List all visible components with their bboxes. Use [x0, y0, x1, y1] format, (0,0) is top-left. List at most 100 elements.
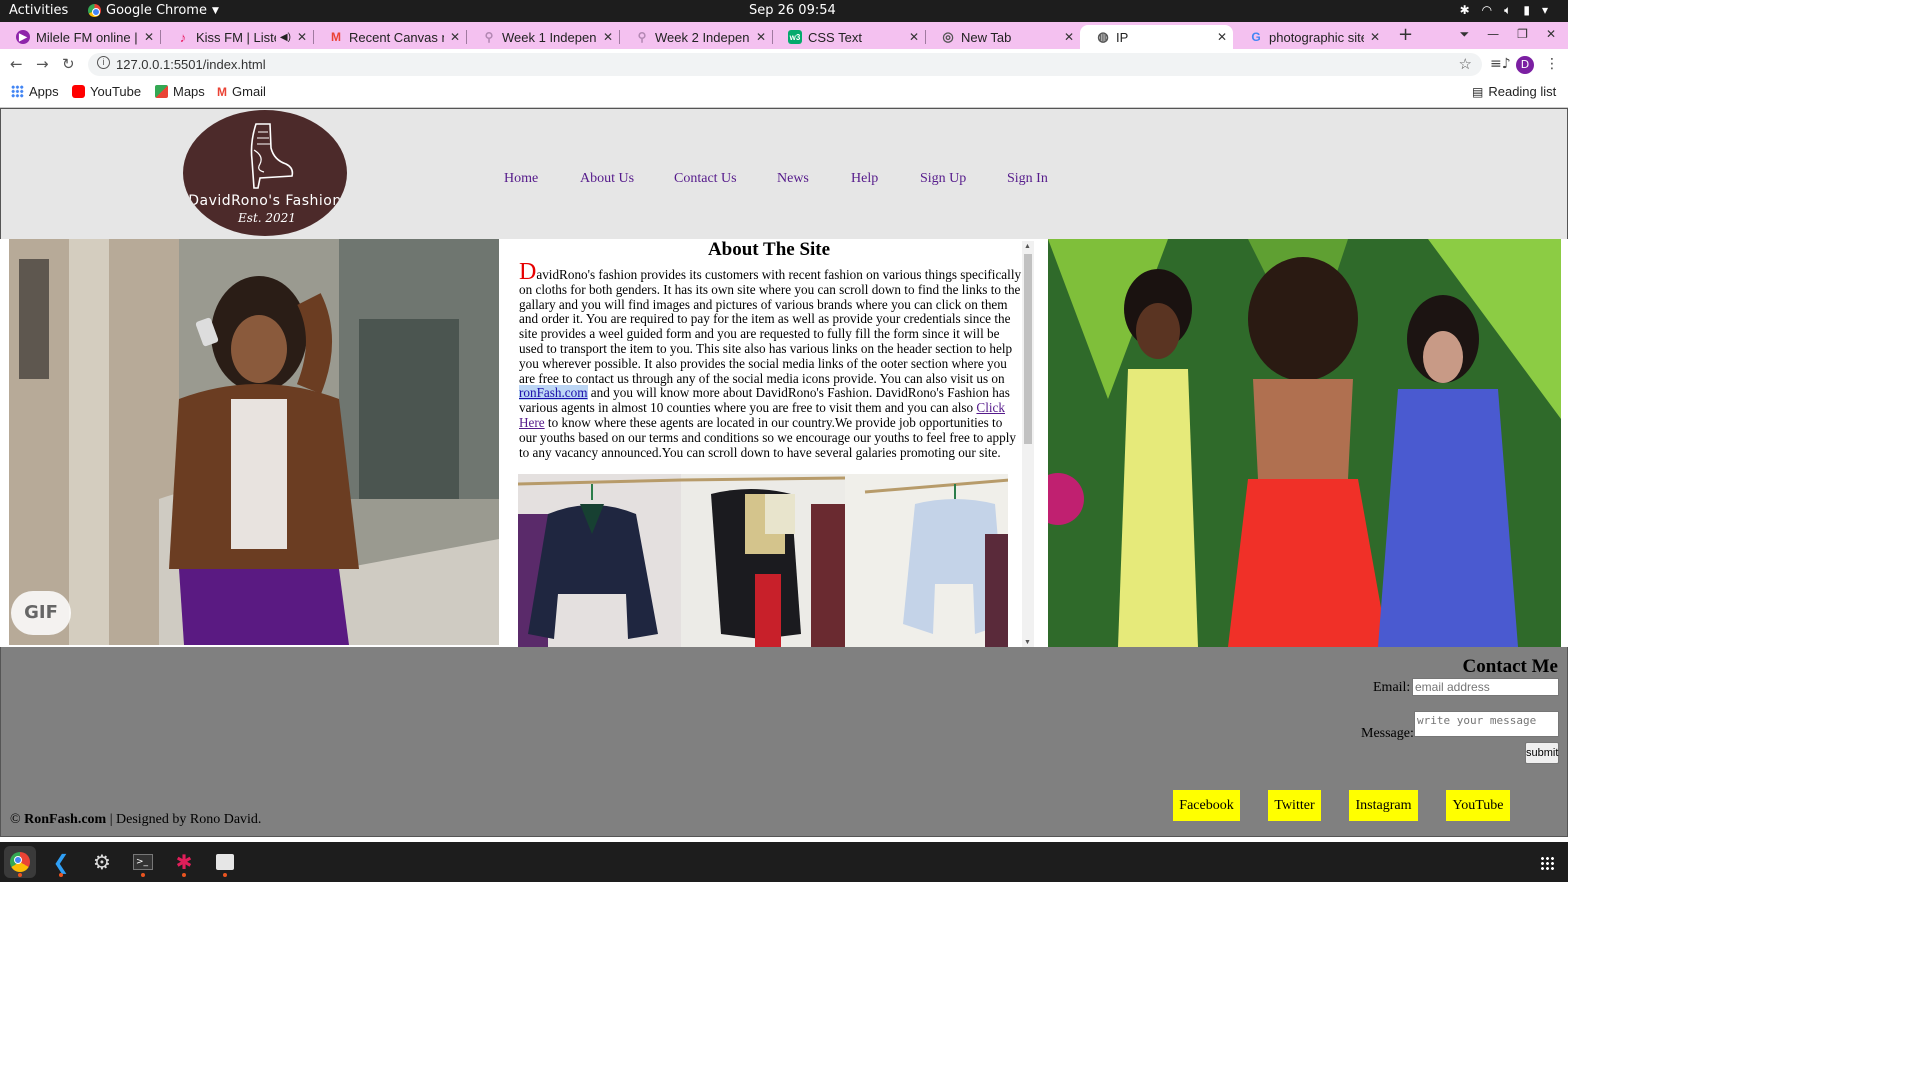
address-bar[interactable]: i 127.0.0.1:5501/index.html ☆	[88, 53, 1482, 76]
web-page: DavidRono's Fashion Est. 2021 Home About…	[0, 108, 1568, 837]
site-logo[interactable]: DavidRono's Fashion Est. 2021	[183, 110, 347, 236]
instagram-link[interactable]: Instagram	[1349, 790, 1418, 821]
minimize-icon[interactable]: —	[1487, 27, 1499, 42]
tab-week1[interactable]: ⚲ Week 1 Independ ✕	[466, 25, 619, 49]
nav-sign-in[interactable]: Sign In	[1007, 171, 1048, 187]
reload-icon[interactable]: ↻	[62, 55, 75, 73]
bookmark-star-icon[interactable]: ☆	[1459, 55, 1472, 73]
tab-canvas[interactable]: M Recent Canvas not ✕	[313, 25, 466, 49]
app-menu[interactable]: Google Chrome ▼	[88, 3, 219, 18]
tab-new-tab[interactable]: ◎ New Tab ✕	[925, 25, 1080, 49]
gallery-image-coats[interactable]	[681, 474, 845, 647]
tab-css-text[interactable]: w3 CSS Text ✕	[772, 25, 925, 49]
gallery-image-jacket[interactable]	[518, 474, 682, 647]
close-tab-icon[interactable]: ✕	[450, 30, 460, 44]
speaker-icon[interactable]: ◀)	[280, 32, 291, 43]
nav-contact-us[interactable]: Contact Us	[674, 171, 737, 187]
tab-title: New Tab	[961, 29, 1012, 45]
close-tab-icon[interactable]: ✕	[144, 30, 154, 44]
show-apps-icon[interactable]	[1540, 856, 1554, 870]
reading-list-icon: ▤	[1472, 84, 1484, 99]
tab-search-icon[interactable]: ⏷	[1460, 27, 1470, 42]
more-menu-icon[interactable]: ⋮	[1545, 56, 1559, 72]
close-tab-icon[interactable]: ✕	[1217, 30, 1227, 44]
copyright-symbol: ©	[10, 812, 21, 827]
close-tab-icon[interactable]: ✕	[297, 30, 307, 44]
close-tab-icon[interactable]: ✕	[909, 30, 919, 44]
scrollbar-thumb[interactable]	[1024, 254, 1032, 444]
gmail-icon: M	[331, 30, 341, 44]
profile-avatar[interactable]: D	[1516, 56, 1534, 74]
dock-slack[interactable]: ✱	[168, 846, 200, 878]
man-on-phone-photo	[9, 239, 499, 645]
chrome-icon: ◎	[942, 29, 954, 44]
fashion-photo-right	[1048, 239, 1561, 647]
bookmark-apps[interactable]: Apps	[11, 84, 59, 99]
dock-files[interactable]	[209, 846, 241, 878]
twitter-link[interactable]: Twitter	[1268, 790, 1321, 821]
tab-ip-active[interactable]: ◍ IP ✕	[1080, 25, 1233, 49]
reading-list-button[interactable]: ▤ Reading list	[1472, 84, 1556, 99]
forward-icon[interactable]: →	[36, 55, 49, 73]
gallery-image-shirt[interactable]	[844, 474, 1008, 647]
scroll-down-icon[interactable]: ▼	[1024, 638, 1031, 646]
dock-terminal[interactable]: >_	[127, 846, 159, 878]
reading-list-label: Reading list	[1488, 84, 1557, 99]
bookmark-maps[interactable]: Maps	[155, 84, 205, 99]
pin-icon: ⚲	[484, 30, 494, 44]
wifi-icon[interactable]: ◠	[1482, 3, 1492, 18]
site-info-icon[interactable]: i	[97, 56, 110, 69]
gmail-icon: M	[217, 84, 227, 99]
shirt-photo	[844, 474, 1008, 647]
battery-icon[interactable]: ▮	[1523, 3, 1530, 18]
dock-settings[interactable]: ⚙	[86, 846, 118, 878]
tab-photographic-site[interactable]: G photographic site ✕	[1233, 25, 1386, 49]
chevron-down-icon[interactable]: ▾	[1542, 3, 1548, 18]
url-text[interactable]: 127.0.0.1:5501/index.html	[116, 57, 266, 72]
tab-kiss-fm[interactable]: ♪ Kiss FM | Listen ◀) ✕	[160, 25, 313, 49]
nav-about-us[interactable]: About Us	[580, 171, 634, 187]
submit-button[interactable]: submit	[1525, 742, 1559, 764]
activities-button[interactable]: Activities	[9, 3, 68, 18]
dock-chrome[interactable]	[4, 846, 36, 878]
fashion-gif-left: GIF	[9, 239, 499, 645]
back-icon[interactable]: ←	[10, 55, 23, 73]
bookmark-gmail[interactable]: M Gmail	[217, 84, 266, 99]
volume-icon[interactable]: 🔈︎	[1504, 3, 1511, 18]
logo-brand-name: DavidRono's Fashion	[188, 193, 342, 209]
restore-icon[interactable]: ❐	[1517, 27, 1528, 42]
about-paragraph: DavidRono's fashion provides its custome…	[519, 260, 1023, 460]
close-tab-icon[interactable]: ✕	[1370, 30, 1380, 44]
new-tab-icon[interactable]: +	[1398, 24, 1413, 45]
tab-strip: ▶ Milele FM online | ✕ ♪ Kiss FM | Liste…	[0, 22, 1568, 49]
close-tab-icon[interactable]: ✕	[756, 30, 766, 44]
about-scrollbar[interactable]: ▲ ▼	[1022, 241, 1034, 647]
running-indicator	[182, 873, 186, 877]
message-field[interactable]	[1414, 711, 1559, 737]
dock-vscode[interactable]: ❮	[45, 846, 77, 878]
media-controls-icon[interactable]: ≡♪	[1490, 56, 1511, 72]
tab-milele-fm[interactable]: ▶ Milele FM online | ✕	[0, 25, 160, 49]
close-tab-icon[interactable]: ✕	[1064, 30, 1074, 44]
nav-help[interactable]: Help	[851, 171, 878, 187]
boot-icon	[250, 123, 294, 189]
bookmark-youtube[interactable]: YouTube	[72, 84, 141, 99]
slack-icon: ✱	[175, 850, 193, 874]
close-window-icon[interactable]: ✕	[1546, 27, 1556, 42]
scroll-up-icon[interactable]: ▲	[1024, 242, 1031, 250]
tab-week2[interactable]: ⚲ Week 2 Independ ✕	[619, 25, 772, 49]
slack-tray-icon[interactable]: ✱	[1460, 3, 1470, 18]
nav-news[interactable]: News	[777, 171, 809, 187]
close-tab-icon[interactable]: ✕	[603, 30, 613, 44]
system-tray[interactable]: ✱ ◠ 🔈︎ ▮ ▾	[1460, 3, 1548, 18]
nav-home[interactable]: Home	[504, 171, 538, 187]
clock[interactable]: Sep 26 09:54	[749, 3, 836, 18]
youtube-link[interactable]: YouTube	[1446, 790, 1510, 821]
window-controls: ⏷ — ❐ ✕	[1460, 27, 1556, 42]
nav-sign-up[interactable]: Sign Up	[920, 171, 966, 187]
email-field[interactable]	[1412, 678, 1559, 696]
system-top-bar: Activities Google Chrome ▼ Sep 26 09:54 …	[0, 0, 1568, 22]
ronfash-link[interactable]: ronFash.com	[519, 385, 588, 401]
running-indicator	[59, 873, 63, 877]
facebook-link[interactable]: Facebook	[1173, 790, 1240, 821]
